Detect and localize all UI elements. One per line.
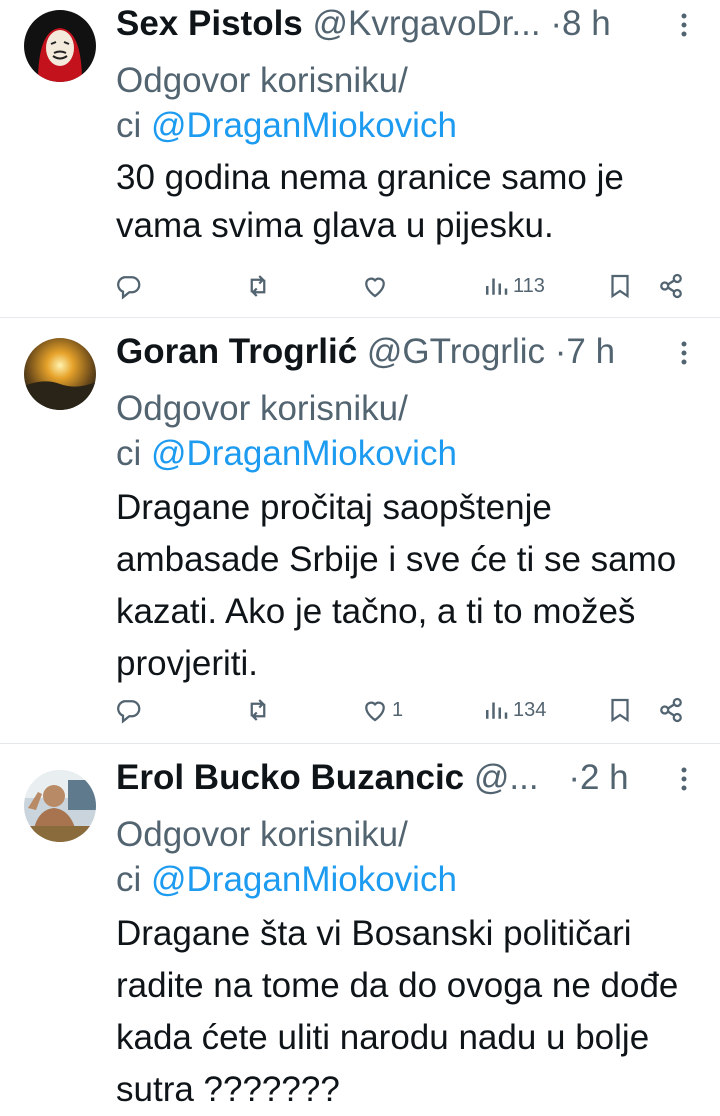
tweet-text: Dragane šta vi Bosanski političari radit… bbox=[116, 914, 679, 1109]
retweet-icon bbox=[250, 699, 266, 721]
reply-prefix: Odgovor korisniku/ bbox=[116, 61, 408, 100]
views-icon bbox=[486, 702, 508, 719]
avatar[interactable] bbox=[24, 770, 96, 842]
views-button[interactable]: 113 bbox=[481, 266, 545, 306]
reply-icon bbox=[117, 700, 141, 724]
more-icon[interactable] bbox=[674, 10, 694, 40]
share-button[interactable] bbox=[656, 690, 686, 730]
bookmark-icon bbox=[611, 274, 629, 299]
tweet-header: Sex Pistols @KvrgavoDr... ·8 h bbox=[116, 4, 700, 44]
like-button[interactable]: 1 bbox=[360, 690, 403, 730]
reply-prefix-continued: ci bbox=[116, 106, 151, 145]
reply-mention[interactable]: @DraganMiokovich bbox=[151, 434, 457, 473]
separator-dot: · bbox=[550, 4, 562, 43]
like-icon bbox=[365, 277, 385, 298]
action-bar: 1 134 bbox=[0, 690, 720, 730]
views-button[interactable]: 134 bbox=[481, 690, 546, 730]
timestamp[interactable]: 2 h bbox=[580, 758, 629, 797]
avatar[interactable] bbox=[24, 338, 96, 410]
reply-button[interactable] bbox=[113, 690, 143, 730]
share-button[interactable] bbox=[656, 266, 686, 306]
bookmark-icon bbox=[611, 698, 629, 723]
author-handle[interactable]: @GTrogrlic bbox=[367, 332, 545, 371]
tweet[interactable]: Erol Bucko Buzancic @... ·2 h Odgovor ko… bbox=[0, 744, 720, 1110]
bookmark-button[interactable] bbox=[605, 266, 635, 306]
reply-prefix-continued: ci bbox=[116, 434, 151, 473]
retweet-icon bbox=[250, 275, 266, 297]
separator-dot: · bbox=[554, 332, 567, 371]
views-icon bbox=[486, 278, 508, 295]
views-count: 113 bbox=[513, 274, 545, 297]
more-icon[interactable] bbox=[674, 764, 694, 794]
reply-prefix: Odgovor korisniku/ bbox=[116, 389, 408, 428]
reply-button[interactable] bbox=[113, 266, 143, 306]
avatar[interactable] bbox=[24, 10, 96, 82]
reply-context: Odgovor korisniku/ci @DraganMiokovich bbox=[116, 812, 700, 902]
reply-prefix: Odgovor korisniku/ bbox=[116, 815, 408, 854]
author-handle[interactable]: @KvrgavoDr... bbox=[313, 4, 541, 43]
share-icon bbox=[660, 273, 682, 299]
sunset-avatar-image bbox=[24, 338, 96, 410]
like-icon bbox=[365, 701, 385, 722]
author-name[interactable]: Goran Trogrlić bbox=[116, 332, 357, 371]
separator-dot: · bbox=[568, 758, 580, 797]
retweet-button[interactable] bbox=[243, 690, 273, 730]
bookmark-button[interactable] bbox=[605, 690, 635, 730]
timestamp[interactable]: 8 h bbox=[562, 4, 611, 43]
reply-prefix-continued: ci bbox=[116, 860, 151, 899]
more-icon[interactable] bbox=[674, 338, 694, 368]
tweet-text: 30 godina nema granice samo je vama svim… bbox=[116, 158, 624, 245]
tweet-header: Erol Bucko Buzancic @... ·2 h bbox=[116, 758, 700, 798]
reply-mention[interactable]: @DraganMiokovich bbox=[151, 106, 457, 145]
author-name[interactable]: Sex Pistols bbox=[116, 4, 303, 43]
tweet-text: Dragane pročitaj saopštenje ambasade Srb… bbox=[116, 488, 677, 683]
retweet-button[interactable] bbox=[243, 266, 273, 306]
reply-mention[interactable]: @DraganMiokovich bbox=[151, 860, 457, 899]
author-name[interactable]: Erol Bucko Buzancic bbox=[116, 758, 464, 797]
reply-context: Odgovor korisniku/ci @DraganMiokovich bbox=[116, 386, 700, 476]
mask-avatar-image bbox=[24, 10, 96, 82]
author-handle[interactable]: @... bbox=[474, 758, 539, 797]
person-avatar-image bbox=[24, 770, 96, 842]
like-count: 1 bbox=[392, 698, 404, 721]
timestamp[interactable]: 7 h bbox=[566, 332, 615, 371]
tweet-header: Goran Trogrlić @GTrogrlic ·7 h bbox=[116, 332, 700, 372]
tweet[interactable]: Sex Pistols @KvrgavoDr... ·8 h Odgovor k… bbox=[0, 0, 720, 318]
action-bar: 113 bbox=[0, 266, 720, 306]
like-button[interactable] bbox=[360, 266, 392, 306]
reply-context: Odgovor korisniku/ci @DraganMiokovich bbox=[116, 58, 700, 148]
views-count: 134 bbox=[513, 698, 547, 721]
reply-icon bbox=[117, 276, 141, 300]
tweet[interactable]: Goran Trogrlić @GTrogrlic ·7 h Odgovor k… bbox=[0, 318, 720, 744]
share-icon bbox=[660, 697, 682, 723]
